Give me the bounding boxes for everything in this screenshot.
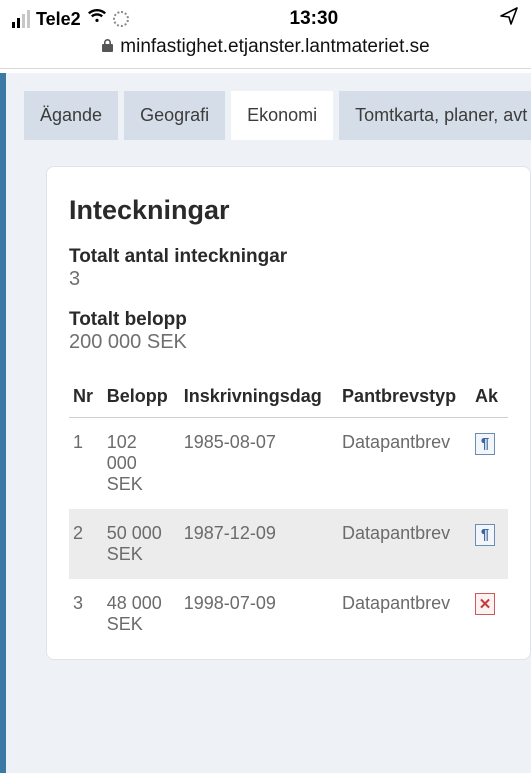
status-left: Tele2 — [12, 8, 129, 30]
cell-belopp: 50 000 SEK — [103, 509, 180, 579]
cell-action: ¶ — [471, 418, 508, 510]
tab-bar: Ägande Geografi Ekonomi Tomtkarta, plane… — [24, 91, 531, 140]
cell-nr: 2 — [69, 509, 103, 579]
cell-signal-icon — [12, 10, 30, 28]
th-belopp: Belopp — [103, 378, 180, 418]
cell-typ: Datapantbrev — [338, 509, 471, 579]
table-row: 3 48 000 SEK 1998-07-09 Datapantbrev ✕ — [69, 579, 508, 649]
status-bar: Tele2 13:30 — [0, 0, 531, 34]
remove-icon[interactable]: ✕ — [475, 593, 495, 615]
th-nr: Nr — [69, 378, 103, 418]
card-title: Inteckningar — [69, 195, 508, 226]
location-icon — [499, 6, 519, 32]
tab-ekonomi[interactable]: Ekonomi — [231, 91, 333, 140]
document-icon[interactable]: ¶ — [475, 524, 495, 546]
url-bar[interactable]: minfastighet.etjanster.lantmateriet.se — [0, 34, 531, 68]
document-icon[interactable]: ¶ — [475, 433, 495, 455]
loading-spinner-icon — [113, 11, 129, 27]
tab-agande[interactable]: Ägande — [24, 91, 118, 140]
wifi-icon — [87, 8, 107, 30]
cell-dag: 1985-08-07 — [180, 418, 338, 510]
cell-belopp: 102 000 SEK — [103, 418, 180, 510]
table-header-row: Nr Belopp Inskrivningsdag Pantbrevstyp A… — [69, 378, 508, 418]
status-right — [499, 6, 519, 32]
cell-typ: Datapantbrev — [338, 418, 471, 510]
total-amount-label: Totalt belopp — [69, 309, 508, 331]
table-row: 1 102 000 SEK 1985-08-07 Datapantbrev ¶ — [69, 418, 508, 510]
carrier-label: Tele2 — [36, 9, 81, 30]
cell-dag: 1987-12-09 — [180, 509, 338, 579]
total-count-value: 3 — [69, 268, 508, 291]
th-typ: Pantbrevstyp — [338, 378, 471, 418]
total-amount-value: 200 000 SEK — [69, 331, 508, 354]
tab-geografi[interactable]: Geografi — [124, 91, 225, 140]
url-text: minfastighet.etjanster.lantmateriet.se — [120, 36, 429, 58]
cell-typ: Datapantbrev — [338, 579, 471, 649]
cell-belopp: 48 000 SEK — [103, 579, 180, 649]
inteckningar-card: Inteckningar Totalt antal inteckningar 3… — [46, 166, 531, 660]
th-dag: Inskrivningsdag — [180, 378, 338, 418]
total-count-label: Totalt antal inteckningar — [69, 246, 508, 268]
tab-tomtkarta[interactable]: Tomtkarta, planer, avt — [339, 91, 531, 140]
cell-action: ¶ — [471, 509, 508, 579]
clock: 13:30 — [290, 8, 339, 30]
inteckningar-table: Nr Belopp Inskrivningsdag Pantbrevstyp A… — [69, 378, 508, 649]
cell-nr: 1 — [69, 418, 103, 510]
th-ak: Ak — [471, 378, 508, 418]
cell-dag: 1998-07-09 — [180, 579, 338, 649]
cell-nr: 3 — [69, 579, 103, 649]
divider — [0, 68, 531, 69]
cell-action: ✕ — [471, 579, 508, 649]
lock-icon — [101, 38, 114, 57]
page-content: Ägande Geografi Ekonomi Tomtkarta, plane… — [0, 73, 531, 773]
table-row: 2 50 000 SEK 1987-12-09 Datapantbrev ¶ — [69, 509, 508, 579]
